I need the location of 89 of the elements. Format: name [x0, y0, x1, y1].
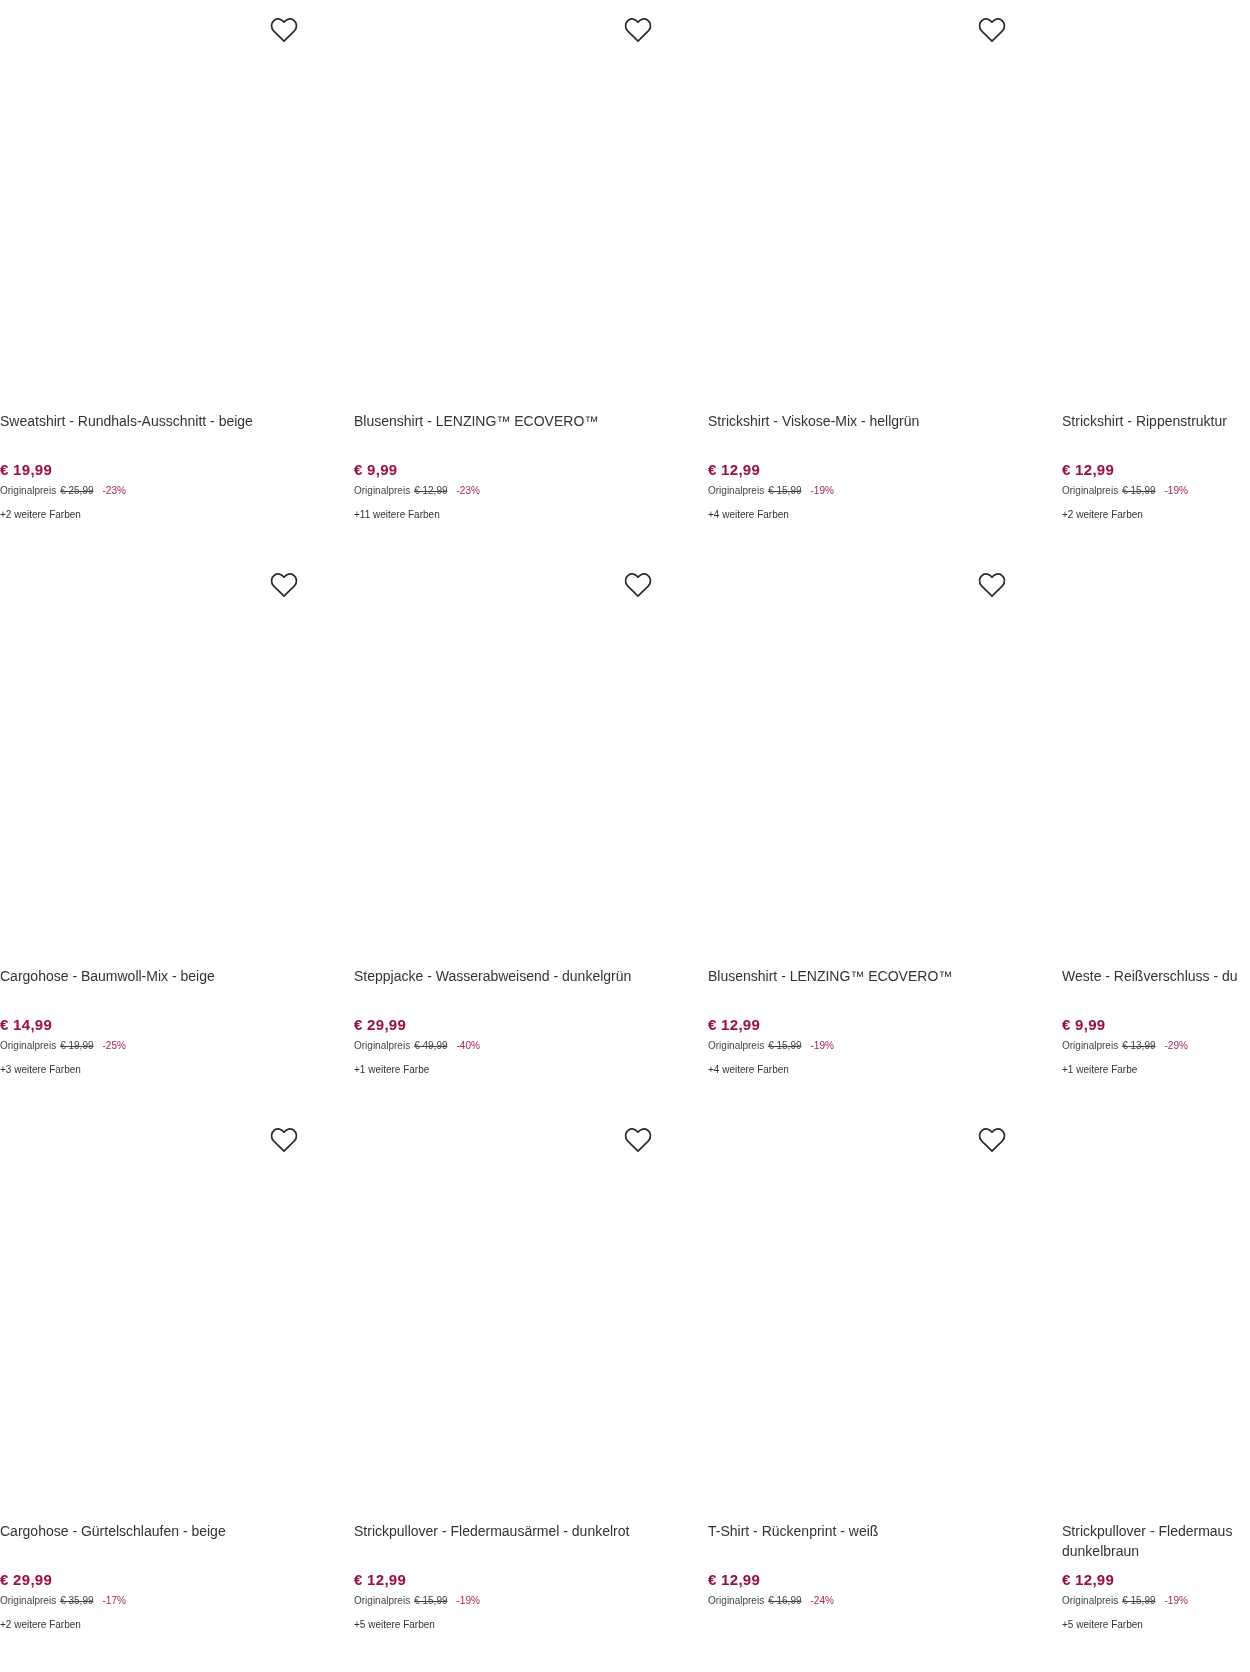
- original-price-label: Originalpreis: [354, 484, 411, 498]
- product-title[interactable]: Steppjacke - Wasserabweisend - dunkelgrün: [354, 966, 632, 986]
- discount-percent: -24%: [810, 1594, 834, 1608]
- original-price: € 15,99: [1122, 484, 1156, 498]
- original-price-label: Originalpreis: [1062, 1594, 1119, 1608]
- more-colors-text: +5 weitere Farben: [354, 1618, 435, 1632]
- original-price: € 13,99: [1122, 1039, 1156, 1053]
- original-price: € 15,99: [414, 1594, 448, 1608]
- original-price-label: Originalpreis: [354, 1039, 411, 1053]
- discount-percent: -25%: [102, 1039, 126, 1053]
- more-colors-text: +2 weitere Farben: [0, 1618, 81, 1632]
- original-price-label: Originalpreis: [708, 1594, 765, 1608]
- more-colors-text: +1 weitere Farbe: [1062, 1063, 1138, 1077]
- wishlist-button[interactable]: [624, 572, 652, 598]
- wishlist-button[interactable]: [270, 17, 298, 43]
- original-price: € 25,99: [60, 484, 94, 498]
- wishlist-button[interactable]: [624, 1127, 652, 1153]
- wishlist-button[interactable]: [978, 1127, 1006, 1153]
- more-colors-text: +2 weitere Farben: [1062, 508, 1143, 522]
- sale-price: € 9,99: [1062, 1015, 1106, 1035]
- heart-icon: [270, 1127, 298, 1153]
- heart-icon: [624, 17, 652, 43]
- discount-percent: -19%: [810, 484, 834, 498]
- product-title[interactable]: Weste - Reißverschluss - du: [1062, 966, 1238, 986]
- original-price-label: Originalpreis: [354, 1594, 411, 1608]
- sale-price: € 12,99: [708, 1015, 761, 1035]
- sale-price: € 12,99: [708, 460, 761, 480]
- wishlist-button[interactable]: [978, 17, 1006, 43]
- product-title[interactable]: Strickshirt - Viskose-Mix - hellgrün: [708, 411, 920, 431]
- more-colors-text: +11 weitere Farben: [354, 508, 440, 522]
- product-title[interactable]: Blusenshirt - LENZING™ ECOVERO™: [708, 966, 953, 986]
- product-title[interactable]: Cargohose - Gürtelschlaufen - beige: [0, 1521, 226, 1541]
- sale-price: € 12,99: [1062, 1570, 1115, 1590]
- sale-price: € 14,99: [0, 1015, 53, 1035]
- product-title[interactable]: Blusenshirt - LENZING™ ECOVERO™: [354, 411, 599, 431]
- discount-percent: -19%: [1164, 1594, 1188, 1608]
- sale-price: € 12,99: [1062, 460, 1115, 480]
- wishlist-button[interactable]: [270, 1127, 298, 1153]
- product-title[interactable]: Sweatshirt - Rundhals-Ausschnitt - beige: [0, 411, 253, 431]
- sale-price: € 12,99: [708, 1570, 761, 1590]
- wishlist-button[interactable]: [978, 572, 1006, 598]
- heart-icon: [978, 17, 1006, 43]
- heart-icon: [624, 1127, 652, 1153]
- more-colors-text: +2 weitere Farben: [0, 508, 81, 522]
- original-price: € 19,99: [60, 1039, 94, 1053]
- more-colors-text: +4 weitere Farben: [708, 508, 789, 522]
- discount-percent: -19%: [456, 1594, 480, 1608]
- original-price: € 15,99: [1122, 1594, 1156, 1608]
- more-colors-text: +1 weitere Farbe: [354, 1063, 430, 1077]
- sale-price: € 29,99: [0, 1570, 53, 1590]
- sale-price: € 29,99: [354, 1015, 407, 1035]
- original-price-label: Originalpreis: [0, 1594, 57, 1608]
- discount-percent: -23%: [102, 484, 126, 498]
- product-title[interactable]: Strickpullover - Fledermaus dunkelbraun: [1062, 1521, 1250, 1561]
- wishlist-button[interactable]: [270, 572, 298, 598]
- more-colors-text: +5 weitere Farben: [1062, 1618, 1143, 1632]
- original-price: € 15,99: [768, 1039, 802, 1053]
- discount-percent: -23%: [456, 484, 480, 498]
- original-price: € 35,99: [60, 1594, 94, 1608]
- original-price-label: Originalpreis: [0, 1039, 57, 1053]
- discount-percent: -19%: [1164, 484, 1188, 498]
- product-title[interactable]: T-Shirt - Rückenprint - weiß: [708, 1521, 879, 1541]
- original-price: € 15,99: [768, 484, 802, 498]
- heart-icon: [270, 572, 298, 598]
- discount-percent: -29%: [1164, 1039, 1188, 1053]
- heart-icon: [270, 17, 298, 43]
- sale-price: € 12,99: [354, 1570, 407, 1590]
- original-price-label: Originalpreis: [708, 1039, 765, 1053]
- original-price: € 16,99: [768, 1594, 802, 1608]
- heart-icon: [978, 1127, 1006, 1153]
- original-price-label: Originalpreis: [1062, 484, 1119, 498]
- wishlist-button[interactable]: [624, 17, 652, 43]
- heart-icon: [978, 572, 1006, 598]
- more-colors-text: +4 weitere Farben: [708, 1063, 789, 1077]
- discount-percent: -17%: [102, 1594, 126, 1608]
- original-price-label: Originalpreis: [1062, 1039, 1119, 1053]
- product-title[interactable]: Strickpullover - Fledermausärmel - dunkelrot: [354, 1521, 630, 1541]
- heart-icon: [624, 572, 652, 598]
- original-price: € 49,99: [414, 1039, 448, 1053]
- product-title[interactable]: Strickshirt - Rippenstruktur: [1062, 411, 1227, 431]
- discount-percent: -40%: [456, 1039, 480, 1053]
- original-price-label: Originalpreis: [0, 484, 57, 498]
- original-price: € 12,99: [414, 484, 448, 498]
- product-title[interactable]: Cargohose - Baumwoll-Mix - beige: [0, 966, 215, 986]
- discount-percent: -19%: [810, 1039, 834, 1053]
- original-price-label: Originalpreis: [708, 484, 765, 498]
- more-colors-text: +3 weitere Farben: [0, 1063, 81, 1077]
- sale-price: € 19,99: [0, 460, 53, 480]
- sale-price: € 9,99: [354, 460, 398, 480]
